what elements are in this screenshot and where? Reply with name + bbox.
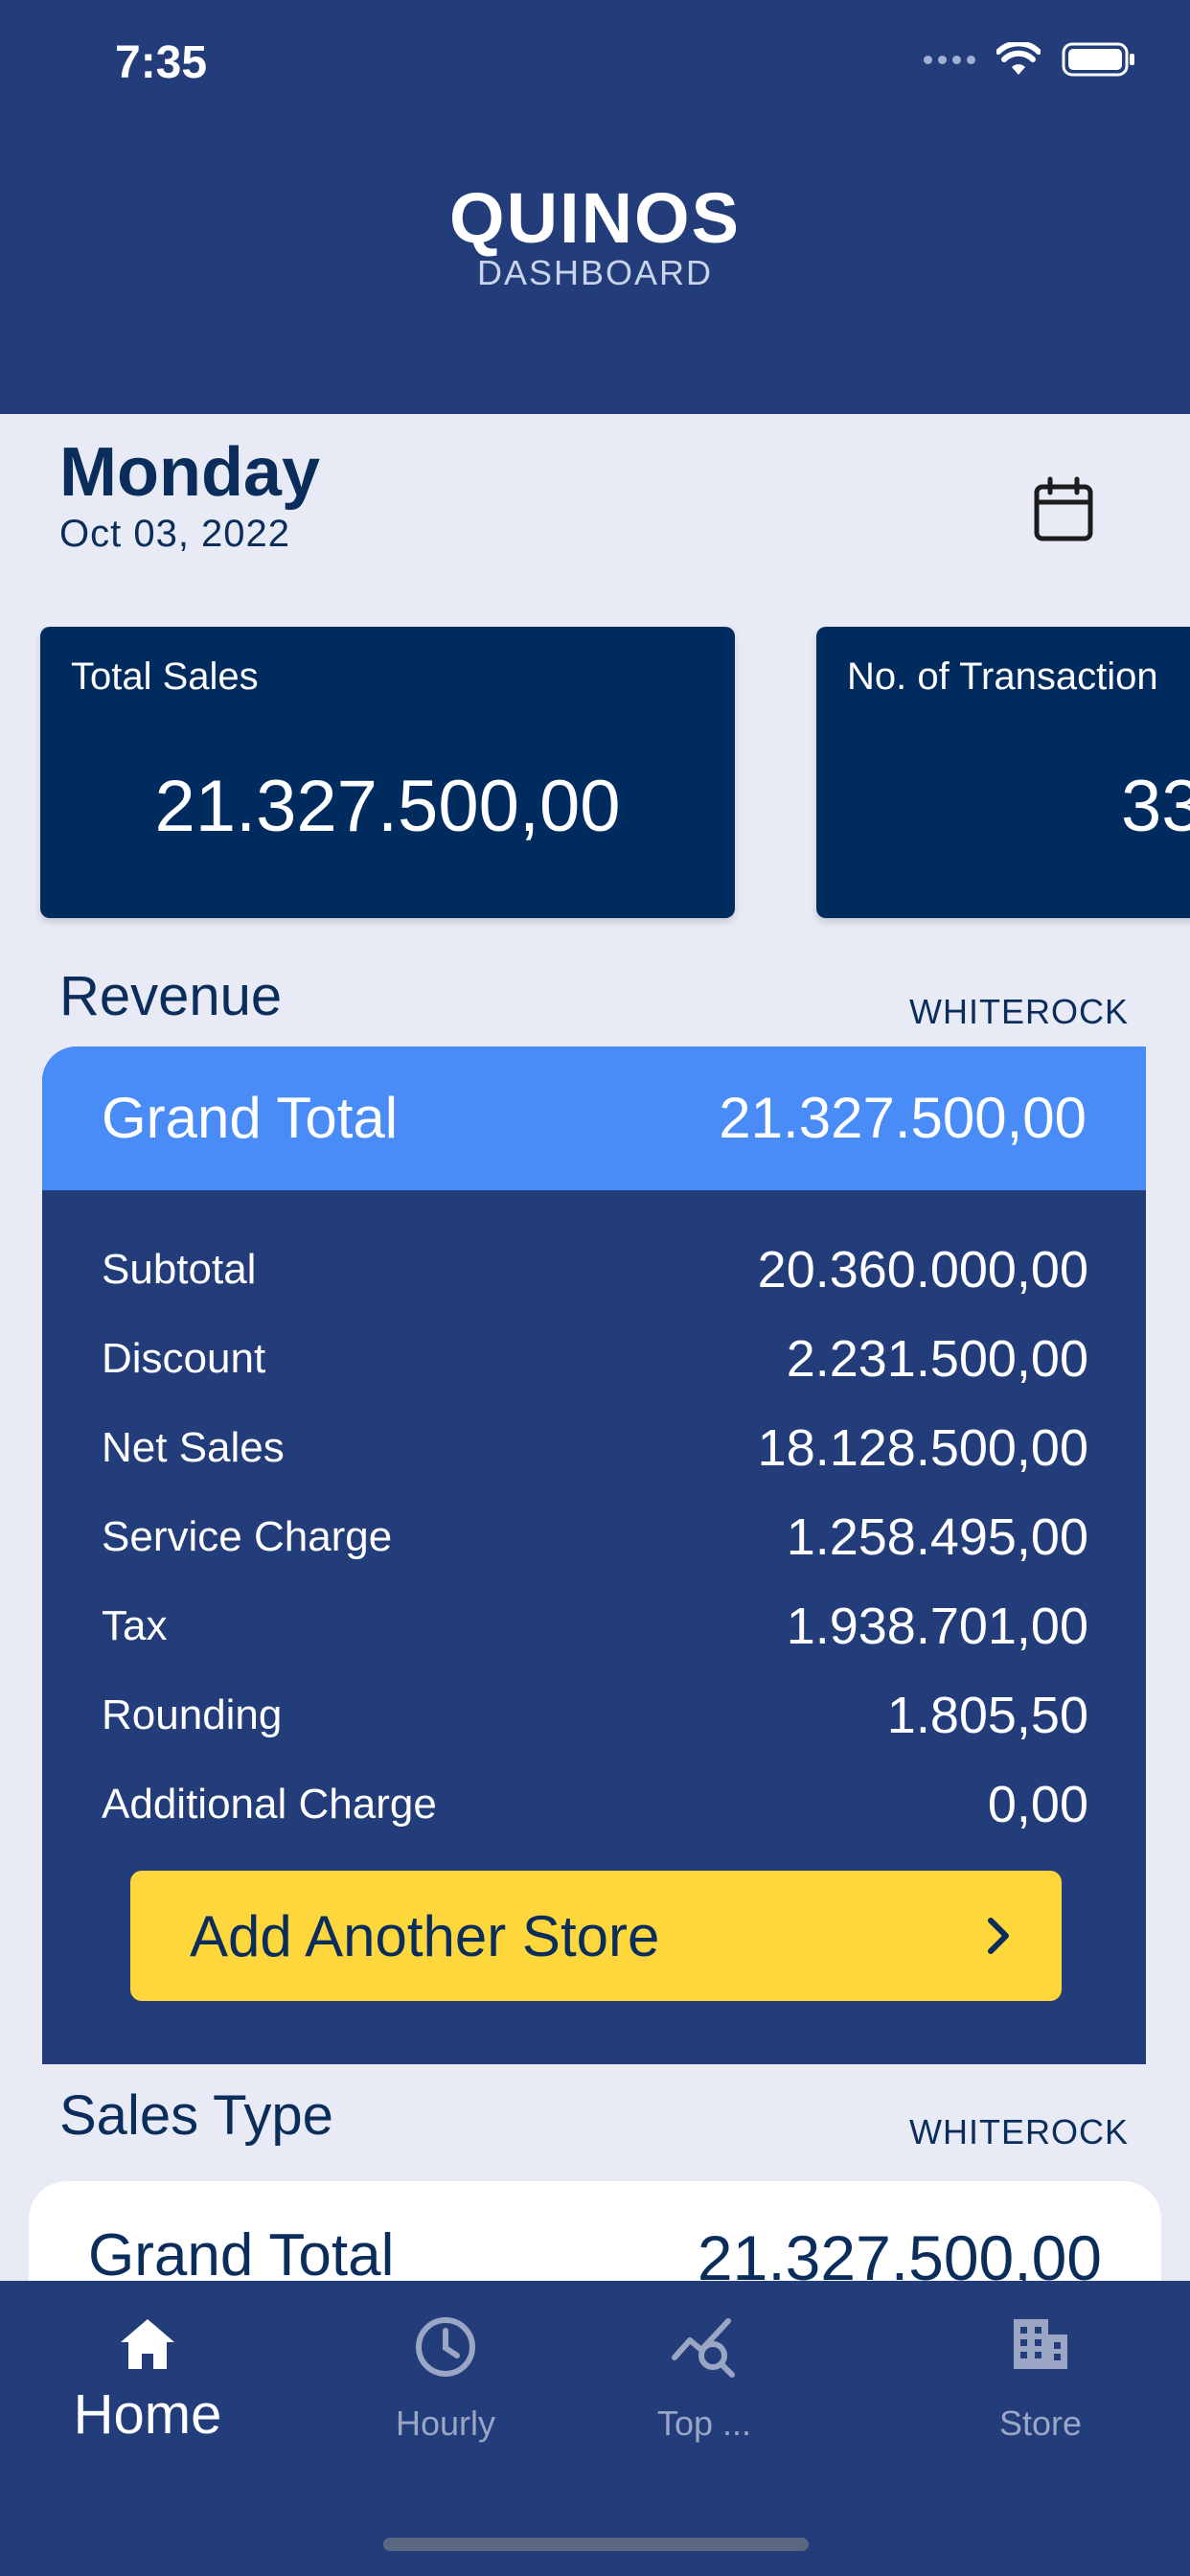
revenue-row-subtotal: Subtotal 20.360.000,00	[102, 1236, 1088, 1313]
battery-icon	[1062, 42, 1134, 77]
row-value: 1.938.701,00	[786, 1598, 1088, 1655]
revenue-row-tax: Tax 1.938.701,00	[102, 1593, 1088, 1669]
add-store-label: Add Another Store	[190, 1904, 660, 1968]
app-header: 7:35 QUINOS DASHBOARD	[0, 0, 1190, 414]
day-name: Monday	[59, 434, 321, 511]
date-text: Oct 03, 2022	[59, 513, 291, 555]
revenue-store-name: WHITEROCK	[909, 992, 1129, 1031]
kpi-card-transactions[interactable]: No. of Transaction 33	[816, 627, 1190, 918]
brand-subtitle: DASHBOARD	[476, 253, 714, 292]
clock-icon	[416, 2317, 475, 2377]
home-indicator[interactable]	[383, 2538, 809, 2551]
revenue-title: Revenue	[59, 965, 283, 1027]
grand-total-value: 21.327.500,00	[719, 1086, 1087, 1150]
brand-title: QUINOS	[449, 178, 741, 258]
row-label: Tax	[102, 1602, 168, 1649]
tab-label: Store	[998, 2404, 1083, 2443]
revenue-row-service-charge: Service Charge 1.258.495,00	[102, 1504, 1088, 1580]
status-time: 7:35	[115, 37, 208, 88]
row-label: Discount	[102, 1335, 266, 1382]
cellular-dots-icon	[924, 55, 975, 64]
revenue-row-discount: Discount 2.231.500,00	[102, 1325, 1088, 1402]
sales-type-title: Sales Type	[59, 2084, 333, 2147]
add-another-store-button[interactable]: Add Another Store	[130, 1871, 1062, 2001]
row-value: 2.231.500,00	[786, 1330, 1088, 1388]
chevron-right-icon	[988, 1918, 1009, 1954]
row-label: Rounding	[102, 1691, 283, 1738]
row-value: 0,00	[987, 1776, 1088, 1833]
kpi-card-total-sales[interactable]: Total Sales 21.327.500,00	[40, 627, 735, 918]
row-value: 20.360.000,00	[757, 1241, 1088, 1299]
grand-total-label: Grand Total	[102, 1086, 399, 1150]
bottom-tab-bar: Home Hourly Top ... Store	[0, 2281, 1190, 2576]
kpi-label: Total Sales	[71, 656, 259, 698]
kpi-value: 33	[1121, 766, 1190, 847]
revenue-row-additional-charge: Additional Charge 0,00	[102, 1771, 1088, 1848]
tab-label: Home	[73, 2383, 222, 2446]
row-label: Additional Charge	[102, 1781, 437, 1828]
sales-type-grand-total-label: Grand Total	[88, 2222, 395, 2288]
status-icons	[924, 42, 1136, 77]
chart-search-icon	[672, 2318, 735, 2378]
tab-label: Hourly	[395, 2404, 496, 2443]
row-label: Net Sales	[102, 1424, 285, 1471]
revenue-row-rounding: Rounding 1.805,50	[102, 1682, 1088, 1759]
wifi-icon	[996, 42, 1041, 75]
tab-label: Top ...	[656, 2404, 752, 2443]
row-label: Subtotal	[102, 1246, 257, 1293]
row-value: 18.128.500,00	[757, 1419, 1088, 1477]
kpi-label: No. of Transaction	[847, 656, 1158, 698]
revenue-card: Grand Total 21.327.500,00 Subtotal 20.36…	[42, 1046, 1146, 2064]
home-icon	[121, 2319, 174, 2369]
calendar-icon[interactable]	[1027, 473, 1100, 546]
row-label: Service Charge	[102, 1513, 393, 1560]
row-value: 1.805,50	[886, 1687, 1088, 1744]
grand-total-row: Grand Total 21.327.500,00	[42, 1046, 1146, 1190]
kpi-value: 21.327.500,00	[154, 766, 621, 847]
revenue-row-net-sales: Net Sales 18.128.500,00	[102, 1414, 1088, 1491]
sales-type-store-name: WHITEROCK	[909, 2112, 1129, 2151]
building-icon	[1014, 2319, 1067, 2369]
row-value: 1.258.495,00	[786, 1508, 1088, 1566]
